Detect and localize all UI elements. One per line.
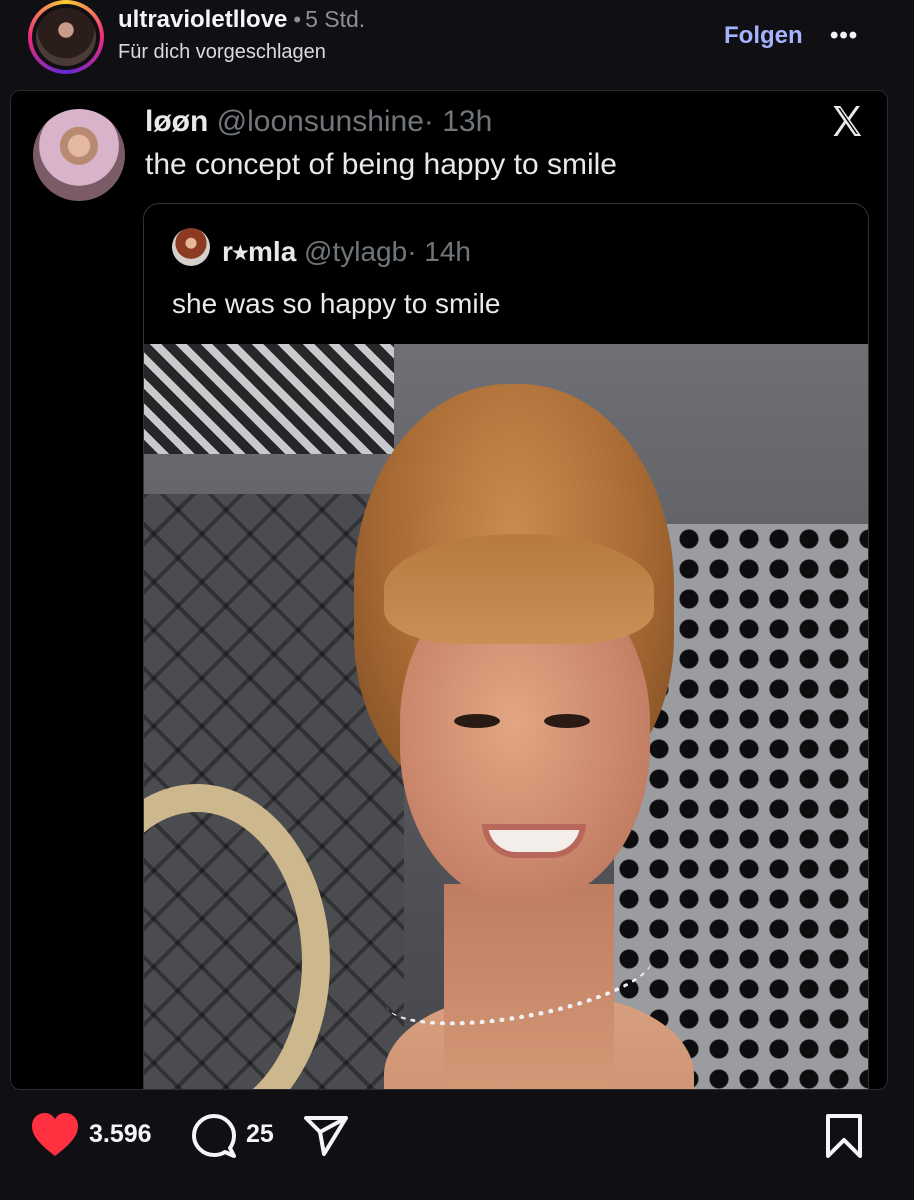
profile-avatar[interactable]: [28, 0, 104, 74]
quoted-author-avatar: [172, 228, 210, 266]
comment-count: 25: [246, 1120, 274, 1148]
quoted-tweet-header: r⭒mla @tylagb· 14h: [222, 236, 471, 269]
bookmark-icon[interactable]: [824, 1112, 864, 1160]
post-actions-bar: 3.596 25: [0, 1110, 914, 1160]
share-icon[interactable]: [302, 1114, 350, 1158]
comment-icon[interactable]: [190, 1112, 238, 1160]
like-count: 3.596: [89, 1120, 152, 1148]
photo-right-eye: [544, 714, 590, 728]
quoted-tweet-time: · 14h: [407, 236, 472, 267]
tweet-time: · 13h: [423, 105, 493, 138]
avatar-ring-gap: [32, 4, 100, 70]
post-media-card[interactable]: løøn @loonsunshine· 13h the concept of b…: [10, 90, 888, 1090]
follow-button[interactable]: Folgen: [724, 22, 803, 50]
avatar-image: [36, 8, 96, 66]
quoted-author-handle: @tylagb: [304, 236, 408, 267]
tweet-author-avatar: [33, 109, 125, 201]
username-link[interactable]: ultravioletllove: [118, 6, 287, 33]
x-logo-icon: [833, 106, 862, 136]
more-options-button[interactable]: •••: [830, 22, 858, 50]
photo-left-eye: [454, 714, 500, 728]
post-header: ultravioletllove • 5 Std.: [118, 6, 365, 34]
post-time: 5 Std.: [305, 6, 366, 32]
suggested-label: Für dich vorgeschlagen: [118, 41, 326, 63]
quoted-tweet-photo: [144, 344, 868, 1089]
photo-person: [354, 384, 694, 1089]
tweet-text: the concept of being happy to smile: [145, 148, 617, 181]
tweet-author-handle: @loonsunshine: [216, 105, 424, 138]
separator-dot: •: [293, 7, 302, 32]
quoted-tweet-text: she was so happy to smile: [172, 288, 501, 319]
tweet-author-name: løøn: [145, 105, 209, 138]
tweet-header: løøn @loonsunshine· 13h: [145, 105, 492, 139]
heart-icon[interactable]: [30, 1112, 80, 1158]
quoted-tweet: r⭒mla @tylagb· 14h she was so happy to s…: [143, 203, 869, 1089]
photo-bangs: [384, 534, 654, 644]
quoted-author-name: r⭒mla: [222, 236, 297, 267]
